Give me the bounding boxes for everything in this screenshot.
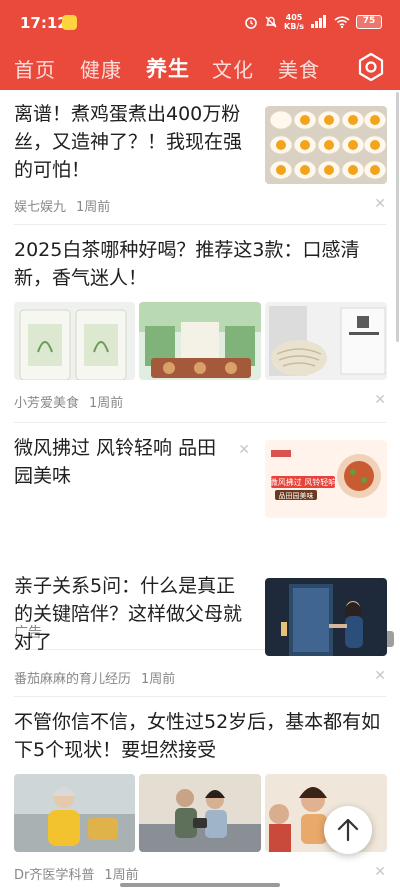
article-thumbnail[interactable]: [265, 106, 387, 184]
scrollbar[interactable]: [396, 92, 399, 342]
article-meta: 番茄麻麻的育儿经历 1周前: [14, 668, 175, 687]
article-title[interactable]: 亲子关系5问：什么是真正的关键陪伴？这样做父母就对了: [14, 572, 254, 656]
net-speed-unit: KB/s: [284, 22, 304, 31]
article-image[interactable]: [265, 302, 387, 380]
article-image[interactable]: [14, 774, 135, 852]
signal-icon: [311, 15, 326, 28]
article-image[interactable]: [14, 302, 135, 380]
divider: [14, 422, 386, 423]
article-time: 1周前: [141, 672, 176, 687]
tab-culture[interactable]: 文化: [212, 54, 254, 83]
tab-food[interactable]: 美食: [278, 54, 320, 83]
ad-image[interactable]: 微风拂过 风铃轻响 品田园美味: [265, 440, 387, 518]
tab-wellness[interactable]: 养生: [146, 53, 190, 83]
article-meta: Dr齐医学科普 1周前: [14, 864, 139, 883]
ad-image-text: 微风拂过 风铃轻响: [270, 477, 337, 487]
article-title[interactable]: 不管你信不信，女性过52岁后，基本都有如下5个现状！要坦然接受: [14, 708, 386, 764]
article-image[interactable]: [139, 302, 261, 380]
dismiss-icon[interactable]: ✕: [374, 864, 386, 880]
ad-dismiss-icon[interactable]: ✕: [238, 442, 250, 458]
status-icons: 405 KB/s 75: [244, 13, 382, 31]
wifi-icon: [334, 16, 350, 29]
article-author[interactable]: 娱七娱九: [14, 200, 66, 215]
back-to-top-button[interactable]: [324, 806, 372, 854]
net-speed: 405 KB/s: [284, 13, 304, 31]
status-time: 17:12: [20, 14, 68, 32]
article-title[interactable]: 离谱！煮鸡蛋煮出400万粉丝，又造神了？！我现在强的可怕！: [14, 100, 250, 184]
battery-indicator: 75: [356, 15, 382, 29]
article-title[interactable]: 2025白茶哪种好喝？推荐这3款：口感清新，香气迷人！: [14, 236, 386, 292]
article-author[interactable]: Dr齐医学科普: [14, 868, 94, 883]
tab-health[interactable]: 健康: [80, 54, 122, 83]
article-thumbnail[interactable]: [265, 578, 387, 656]
article-author[interactable]: 小芳爱美食: [14, 396, 79, 411]
category-nav: 首页 健康 养生 文化 美食: [0, 46, 400, 90]
channel-settings-icon[interactable]: [356, 52, 386, 82]
divider: [14, 696, 386, 697]
dismiss-icon[interactable]: ✕: [374, 392, 386, 408]
tab-home[interactable]: 首页: [14, 54, 56, 83]
article-meta: 小芳爱美食 1周前: [14, 392, 123, 411]
home-indicator[interactable]: [120, 883, 280, 887]
article-time: 1周前: [104, 868, 139, 883]
article-time: 1周前: [89, 396, 124, 411]
article-author[interactable]: 番茄麻麻的育儿经历: [14, 672, 131, 687]
status-bar: 17:12 405 KB/s 75: [0, 0, 400, 46]
notification-app-icon: [62, 15, 77, 30]
alarm-icon: [245, 17, 257, 29]
article-image[interactable]: [139, 774, 261, 852]
article-meta: 娱七娱九 1周前: [14, 196, 110, 215]
divider: [14, 224, 386, 225]
mute-icon: [265, 16, 277, 28]
ad-title[interactable]: 微风拂过 风铃轻响 品田园美味: [14, 434, 224, 490]
net-speed-value: 405: [285, 13, 303, 22]
article-time: 1周前: [76, 200, 111, 215]
dismiss-icon[interactable]: ✕: [374, 668, 386, 684]
ad-image-text-2: 品田园美味: [279, 491, 314, 500]
dismiss-icon[interactable]: ✕: [374, 196, 386, 212]
